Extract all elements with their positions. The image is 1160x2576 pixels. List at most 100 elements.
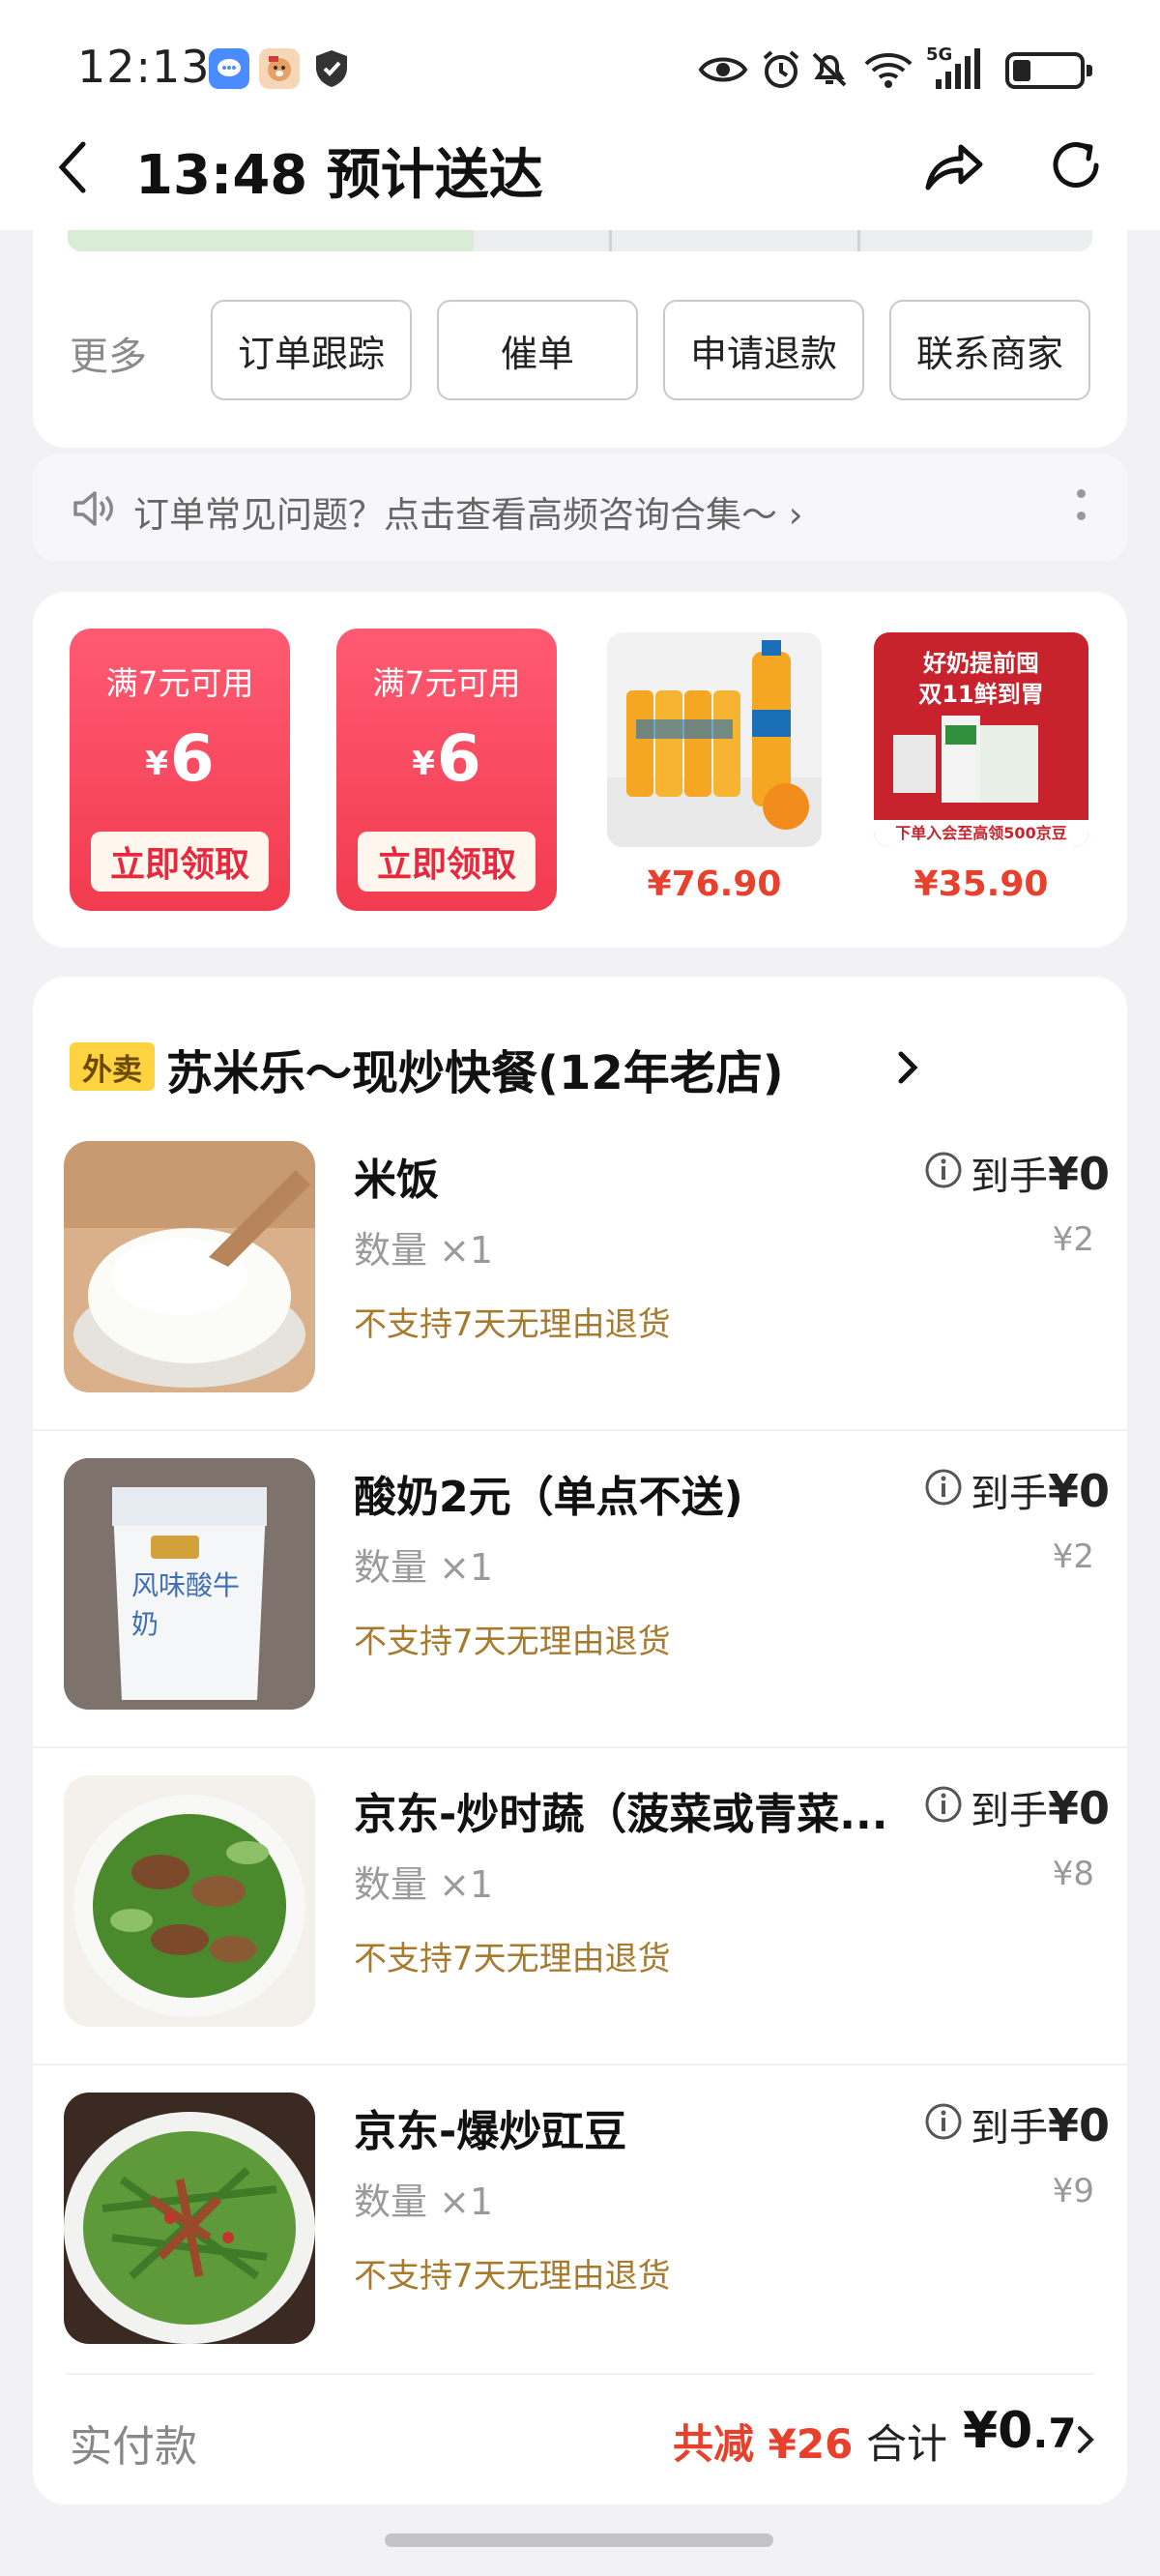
coupon-card[interactable]: 满7元可用 ¥6 立即领取 <box>336 629 557 911</box>
network-type-label: 5G <box>926 44 953 65</box>
item-name: 米饭 <box>354 1156 439 1205</box>
urge-order-button[interactable]: 催单 <box>437 300 638 400</box>
alarm-icon <box>763 50 799 88</box>
track-order-button[interactable]: 订单跟踪 <box>211 300 412 400</box>
final-price: 到手¥0 <box>971 1462 1110 1518</box>
mute-icon <box>812 52 847 87</box>
page-title: 13:48 预计送达 <box>135 144 543 207</box>
order-item[interactable]: 京东-爆炒豇豆 数量 ×1 不支持7天无理由退货 到手¥0 ¥9 <box>33 2064 1127 2381</box>
request-refund-button[interactable]: 申请退款 <box>663 300 864 400</box>
claim-coupon-button[interactable]: 立即领取 <box>358 832 536 892</box>
signal-icon: 5G <box>926 44 994 89</box>
original-price: ¥2 <box>1052 1220 1094 1259</box>
divider <box>33 2064 1127 2065</box>
status-time: 12:13 <box>77 41 211 93</box>
store-header[interactable]: 外卖 苏米乐～现炒快餐(12年老店) <box>70 1035 1085 1102</box>
banner-title: 好奶提前囤 <box>923 650 1039 677</box>
info-icon[interactable] <box>924 2102 963 2141</box>
return-policy: 不支持7天无理由退货 <box>354 1940 671 1978</box>
coupon-currency: ¥ <box>145 745 168 783</box>
chevron-right-icon <box>898 1051 918 1084</box>
banner-footer: 下单入会至高领500京豆 <box>874 820 1088 847</box>
return-policy: 不支持7天无理由退货 <box>354 2257 671 2296</box>
order-item[interactable]: 米饭 数量 ×1 不支持7天无理由退货 到手¥0 ¥2 <box>33 1112 1127 1429</box>
coupon-amount: ¥6 <box>336 721 557 796</box>
final-price-value: ¥0 <box>1048 1465 1111 1517</box>
final-price: 到手¥0 <box>971 1779 1110 1835</box>
final-price-label: 到手 <box>971 2106 1048 2151</box>
info-icon[interactable] <box>924 1151 963 1189</box>
faq-banner[interactable]: 订单常见问题？点击查看高频咨询合集～ › <box>33 454 1127 561</box>
item-quantity: 数量 ×1 <box>354 1229 494 1272</box>
map-preview[interactable] <box>68 230 1092 251</box>
return-policy: 不支持7天无理由退货 <box>354 1623 671 1661</box>
chevron-right-icon <box>1078 2426 1094 2453</box>
milk-promo-product-image[interactable]: 好奶提前囤 双11鲜到胃 下单入会至高领500京豆 <box>874 632 1088 847</box>
final-price: 到手¥0 <box>971 1145 1110 1201</box>
final-price-label: 到手 <box>971 1789 1048 1833</box>
refresh-button[interactable] <box>1044 133 1108 197</box>
divider <box>66 2373 1094 2375</box>
order-actions-card: 更多 订单跟踪 催单 申请退款 联系商家 <box>33 230 1127 448</box>
total-main: ¥0 <box>963 2402 1033 2460</box>
divider <box>33 1429 1127 1431</box>
paid-label: 实付款 <box>70 2422 197 2472</box>
final-price-value: ¥0 <box>1048 2099 1111 2152</box>
item-quantity: 数量 ×1 <box>354 1863 494 1906</box>
coupon-value: 6 <box>169 721 215 796</box>
message-app-icon <box>209 48 249 89</box>
delivery-tag: 外卖 <box>70 1042 155 1091</box>
return-policy: 不支持7天无理由退货 <box>354 1305 671 1344</box>
wifi-icon <box>864 53 913 88</box>
total-decimal: .7 <box>1032 2410 1077 2457</box>
original-price: ¥8 <box>1052 1855 1094 1893</box>
product-price: ¥76.90 <box>647 864 782 904</box>
orange-juice-product-image[interactable] <box>607 632 822 847</box>
refresh-icon <box>1053 142 1099 188</box>
shield-icon <box>311 48 352 89</box>
claim-coupon-button[interactable]: 立即领取 <box>91 832 269 892</box>
coupon-currency: ¥ <box>412 745 435 783</box>
item-name: 京东-爆炒豇豆 <box>354 2107 627 2156</box>
yogurt-image: 风味酸牛奶 <box>64 1458 315 1710</box>
total-label: 合计 <box>866 2420 948 2468</box>
final-price: 到手¥0 <box>971 2096 1110 2152</box>
store-order-card: 外卖 苏米乐～现炒快餐(12年老店) 米饭 数量 ×1 不支持7天无理由退货 到… <box>33 977 1127 2504</box>
yogurt-label-text: 风味酸牛奶 <box>131 1569 241 1640</box>
order-item[interactable]: 风味酸牛奶 酸奶2元（单点不送) 数量 ×1 不支持7天无理由退货 到手¥0 ¥… <box>33 1429 1127 1746</box>
info-icon[interactable] <box>924 1785 963 1824</box>
battery-icon <box>1005 52 1092 89</box>
original-price: ¥2 <box>1052 1537 1094 1576</box>
final-price-value: ¥0 <box>1048 1782 1111 1834</box>
coupon-condition: 满7元可用 <box>372 664 521 702</box>
page-header: 13:48 预计送达 <box>0 106 1160 230</box>
coupon-card[interactable]: 满7元可用 ¥6 立即领取 <box>70 629 290 911</box>
original-price: ¥9 <box>1052 2172 1094 2210</box>
order-item[interactable]: 京东-炒时蔬（菠菜或青菜... 数量 ×1 不支持7天无理由退货 到手¥0 ¥8 <box>33 1746 1127 2064</box>
more-dots-icon[interactable] <box>1077 489 1090 534</box>
chevron-left-icon <box>58 141 86 193</box>
banner-subtitle: 双11鲜到胃 <box>918 681 1044 708</box>
coupon-amount: ¥6 <box>70 721 290 796</box>
total-amount: ¥0.7 <box>963 2402 1077 2460</box>
faq-text: 订单常见问题？点击查看高频咨询合集～ › <box>133 494 803 536</box>
share-icon <box>925 144 983 190</box>
stir-fried-greens-image <box>64 1775 315 2027</box>
item-name: 酸奶2元（单点不送) <box>354 1473 743 1522</box>
back-button[interactable] <box>48 133 97 201</box>
speaker-icon <box>73 491 113 526</box>
final-price-label: 到手 <box>971 1472 1048 1516</box>
payment-summary[interactable]: 实付款 共减 ¥26 合计 ¥0.7 <box>33 2373 1127 2479</box>
product-price: ¥35.90 <box>914 864 1049 904</box>
dog-app-icon <box>259 48 300 89</box>
home-indicator[interactable] <box>385 2533 773 2547</box>
info-icon[interactable] <box>924 1468 963 1507</box>
coupon-condition: 满7元可用 <box>105 664 254 702</box>
store-name: 苏米乐～现炒快餐(12年老店) <box>166 1046 784 1100</box>
coupon-value: 6 <box>436 721 481 796</box>
discount-amount: 共减 ¥26 <box>673 2420 854 2468</box>
share-button[interactable] <box>918 132 988 201</box>
item-name: 京东-炒时蔬（菠菜或青菜... <box>354 1790 888 1839</box>
contact-merchant-button[interactable]: 联系商家 <box>889 300 1090 400</box>
final-price-value: ¥0 <box>1048 1148 1111 1200</box>
